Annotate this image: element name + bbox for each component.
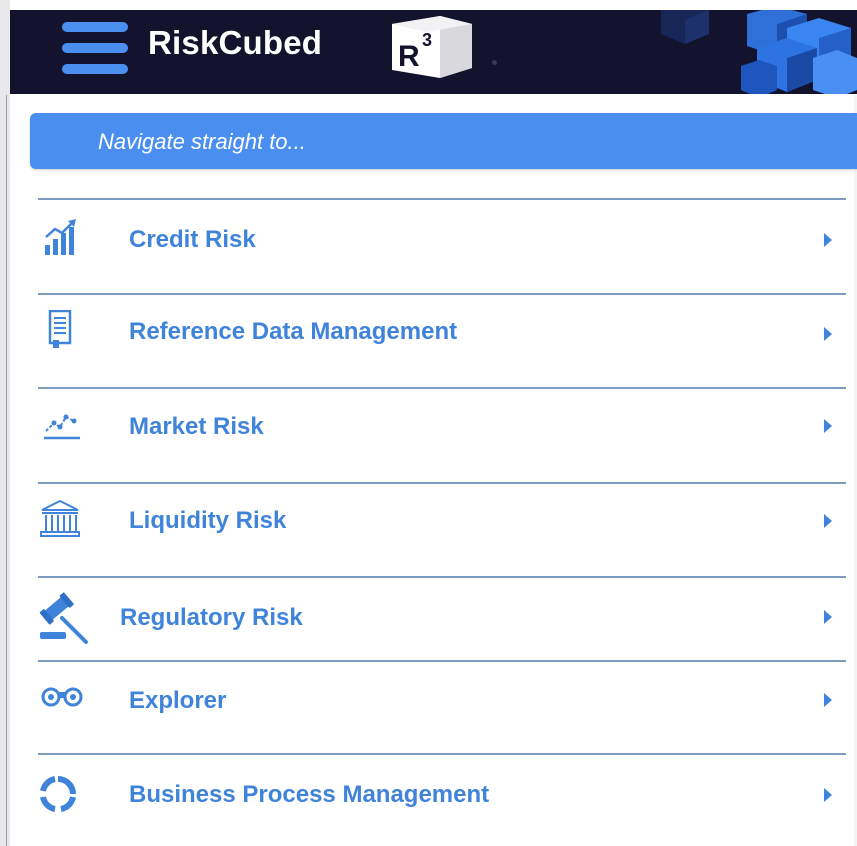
chevron-right-icon bbox=[824, 610, 832, 624]
menu-item-label: Reference Data Management bbox=[129, 318, 458, 345]
chevron-right-icon bbox=[824, 514, 832, 528]
divider bbox=[38, 753, 846, 755]
divider bbox=[38, 293, 846, 295]
menu-item-reference-data-management[interactable]: Reference Data Management bbox=[38, 308, 846, 368]
circular-process-icon bbox=[40, 776, 76, 812]
menu-item-liquidity-risk[interactable]: Liquidity Risk bbox=[38, 496, 846, 556]
gavel-icon bbox=[39, 592, 88, 644]
brand-name: RiskCubed bbox=[148, 24, 323, 61]
menu-item-label: Credit Risk bbox=[129, 226, 256, 253]
chevron-right-icon bbox=[824, 233, 832, 247]
binoculars-icon bbox=[41, 687, 83, 707]
logo-letter: R bbox=[398, 40, 420, 73]
divider bbox=[38, 482, 846, 484]
divider bbox=[38, 576, 846, 578]
logo-exponent: 3 bbox=[422, 30, 432, 50]
chevron-right-icon bbox=[824, 419, 832, 433]
chevron-right-icon bbox=[824, 788, 832, 802]
document-icon bbox=[48, 310, 72, 348]
menu-item-explorer[interactable]: Explorer bbox=[38, 678, 846, 738]
menu-item-label: Business Process Management bbox=[129, 781, 490, 808]
divider bbox=[38, 198, 846, 200]
bank-building-icon bbox=[40, 500, 80, 537]
menu-item-regulatory-risk[interactable]: Regulatory Risk bbox=[38, 588, 846, 648]
chevron-right-icon bbox=[824, 693, 832, 707]
menu-item-market-risk[interactable]: Market Risk bbox=[38, 403, 846, 463]
divider bbox=[38, 387, 846, 389]
menu-item-label: Market Risk bbox=[129, 413, 264, 440]
menu-item-label: Regulatory Risk bbox=[120, 604, 303, 631]
menu-item-label: Liquidity Risk bbox=[129, 507, 287, 534]
search-placeholder: Navigate straight to... bbox=[98, 129, 306, 154]
divider bbox=[38, 660, 846, 662]
decorative-dot bbox=[492, 60, 497, 65]
navigate-search-bar[interactable]: Navigate straight to... bbox=[30, 113, 857, 169]
header-bar: RiskCubed R 3 bbox=[10, 10, 857, 94]
hamburger-menu-icon[interactable] bbox=[62, 22, 128, 74]
line-chart-dots-icon bbox=[44, 414, 80, 440]
menu-item-credit-risk[interactable]: Credit Risk bbox=[38, 215, 846, 275]
logo-cube-icon: R 3 bbox=[392, 16, 472, 78]
menu-item-business-process-management[interactable]: Business Process Management bbox=[38, 772, 846, 832]
menu-item-label: Explorer bbox=[129, 687, 227, 714]
window-frame-left bbox=[0, 0, 10, 846]
cubes-decoration-icon bbox=[661, 10, 857, 94]
chevron-right-icon bbox=[824, 327, 832, 341]
bar-chart-growth-icon bbox=[45, 219, 76, 255]
